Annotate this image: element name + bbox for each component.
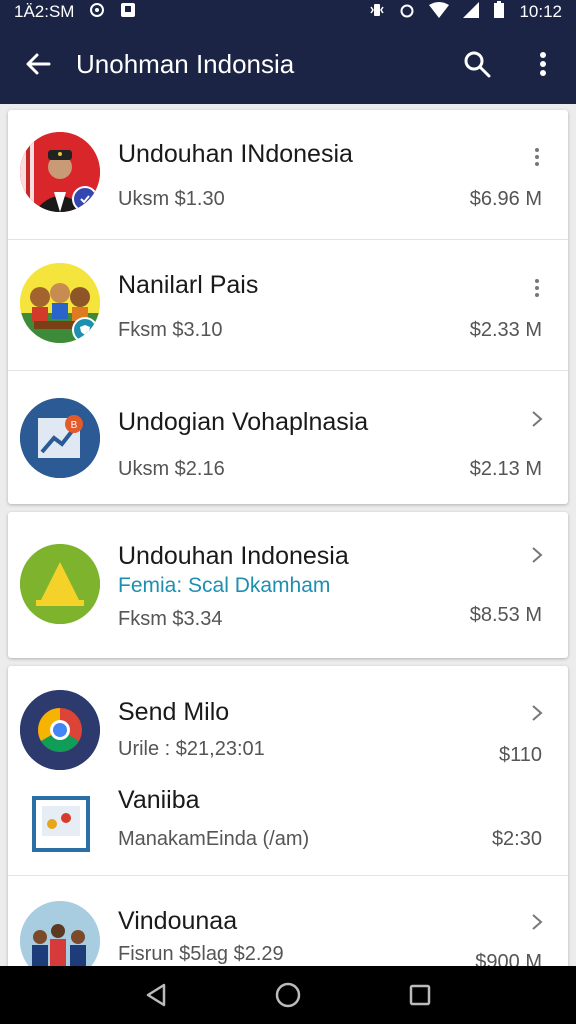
signal-icon [463, 1, 480, 23]
list-item[interactable]: Undouhan Indonesia Femia: Scal Dkamham F… [8, 512, 568, 658]
list-card: Undouhan Indonesia Femia: Scal Dkamham F… [8, 512, 568, 658]
item-avatar: B [20, 398, 100, 478]
chevron-right-icon [532, 547, 543, 563]
item-avatar [20, 544, 100, 624]
more-options-button[interactable] [520, 271, 554, 305]
item-avatar [20, 132, 100, 212]
status-left: 1Ä2:SM [14, 1, 136, 24]
sync-icon [88, 1, 106, 24]
overflow-menu-icon [540, 52, 546, 76]
item-avatar [20, 263, 100, 343]
item-size: $6.96 M [469, 188, 542, 210]
more-options-button[interactable] [520, 140, 554, 174]
open-item-button[interactable] [520, 402, 554, 436]
vibrate-icon [369, 2, 385, 23]
list-item[interactable]: Undouhan INdonesia Uksm $1.30 $6.96 M [8, 110, 568, 240]
list-card: Send Milo Urile : $21,23:01 $110 Vaniiba… [8, 666, 568, 966]
status-right: 10:12 [369, 0, 562, 24]
wifi-icon [429, 1, 450, 23]
nav-home-button[interactable] [258, 966, 318, 1024]
page-title: Unohman Indonsia [76, 48, 295, 79]
item-meta: Fksm $3.34 [118, 608, 223, 630]
item-meta: Uksm $2.16 [118, 458, 225, 480]
alarm-icon [399, 2, 415, 23]
item-meta: Urile : $21,23:01 [118, 738, 265, 760]
item-meta: Fksm $3.10 [118, 319, 223, 341]
item-title: Nanilarl Pais [118, 271, 259, 299]
item-title: Undouhan INdonesia [118, 140, 353, 168]
item-subtitle-link[interactable]: Femia: Scal Dkamham [118, 574, 330, 598]
item-thumbnail [32, 796, 90, 852]
status-time-right: 10:12 [519, 2, 562, 21]
status-bar: 1Ä2:SM 10:12 [0, 0, 576, 24]
recents-square-icon [409, 984, 431, 1006]
item-title: Send Milo [118, 698, 230, 726]
more-vert-icon [535, 279, 539, 297]
item-size: $8.53 M [469, 604, 542, 626]
chevron-right-icon [532, 914, 543, 930]
back-triangle-icon [146, 983, 166, 1007]
back-button[interactable] [0, 24, 76, 104]
item-size: $2.33 M [469, 319, 542, 341]
list-item[interactable]: Vaniiba ManakamEinda (/am) $2:30 [8, 776, 568, 876]
chevron-right-icon [532, 411, 543, 427]
item-meta: Uksm $1.30 [118, 188, 225, 210]
search-button[interactable] [444, 24, 510, 104]
list-card: Undouhan INdonesia Uksm $1.30 $6.96 M Na… [8, 110, 568, 504]
item-avatar [20, 690, 100, 770]
item-title: Undogian Vohaplnasia [118, 408, 369, 436]
battery-icon [493, 0, 505, 24]
search-icon [464, 51, 491, 78]
shield-badge [72, 317, 98, 343]
svg-text:B: B [71, 420, 78, 431]
open-item-button[interactable] [520, 696, 554, 730]
item-title: Undouhan Indonesia [118, 542, 349, 570]
home-circle-icon [275, 982, 301, 1008]
notification-icon [120, 2, 136, 23]
nav-recents-button[interactable] [390, 966, 450, 1024]
more-vert-icon [535, 148, 539, 166]
item-avatar [20, 901, 100, 966]
overflow-menu-button[interactable] [510, 24, 576, 104]
open-item-button[interactable] [520, 538, 554, 572]
list-item[interactable]: B Undogian Vohaplnasia Uksm $2.16 $2.13 … [8, 372, 568, 504]
back-arrow-icon [26, 53, 51, 75]
chevron-right-icon [532, 705, 543, 721]
system-nav-bar [0, 966, 576, 1024]
item-size: $2.13 M [469, 458, 542, 480]
open-item-button[interactable] [520, 905, 554, 939]
list-item[interactable]: Nanilarl Pais Fksm $3.10 $2.33 M [8, 241, 568, 371]
list-item[interactable]: Send Milo Urile : $21,23:01 $110 [8, 666, 568, 776]
verified-badge [72, 186, 98, 212]
item-size: $110 [498, 744, 542, 766]
status-time-left: 1Ä2:SM [14, 2, 75, 21]
item-meta: ManakamEinda (/am) [118, 828, 310, 850]
item-title: Vindounaa [118, 907, 238, 935]
item-title: Vaniiba [118, 786, 200, 814]
nav-back-button[interactable] [126, 966, 186, 1024]
item-size: $900 M [475, 951, 542, 966]
app-bar: Unohman Indonsia [0, 24, 576, 104]
item-size: $2:30 [491, 828, 542, 850]
content-list: Undouhan INdonesia Uksm $1.30 $6.96 M Na… [0, 104, 576, 966]
list-item[interactable]: Vindounaa Fisrun $5lag $2.29 $900 M [8, 877, 568, 966]
item-meta: Fisrun $5lag $2.29 [118, 943, 284, 965]
